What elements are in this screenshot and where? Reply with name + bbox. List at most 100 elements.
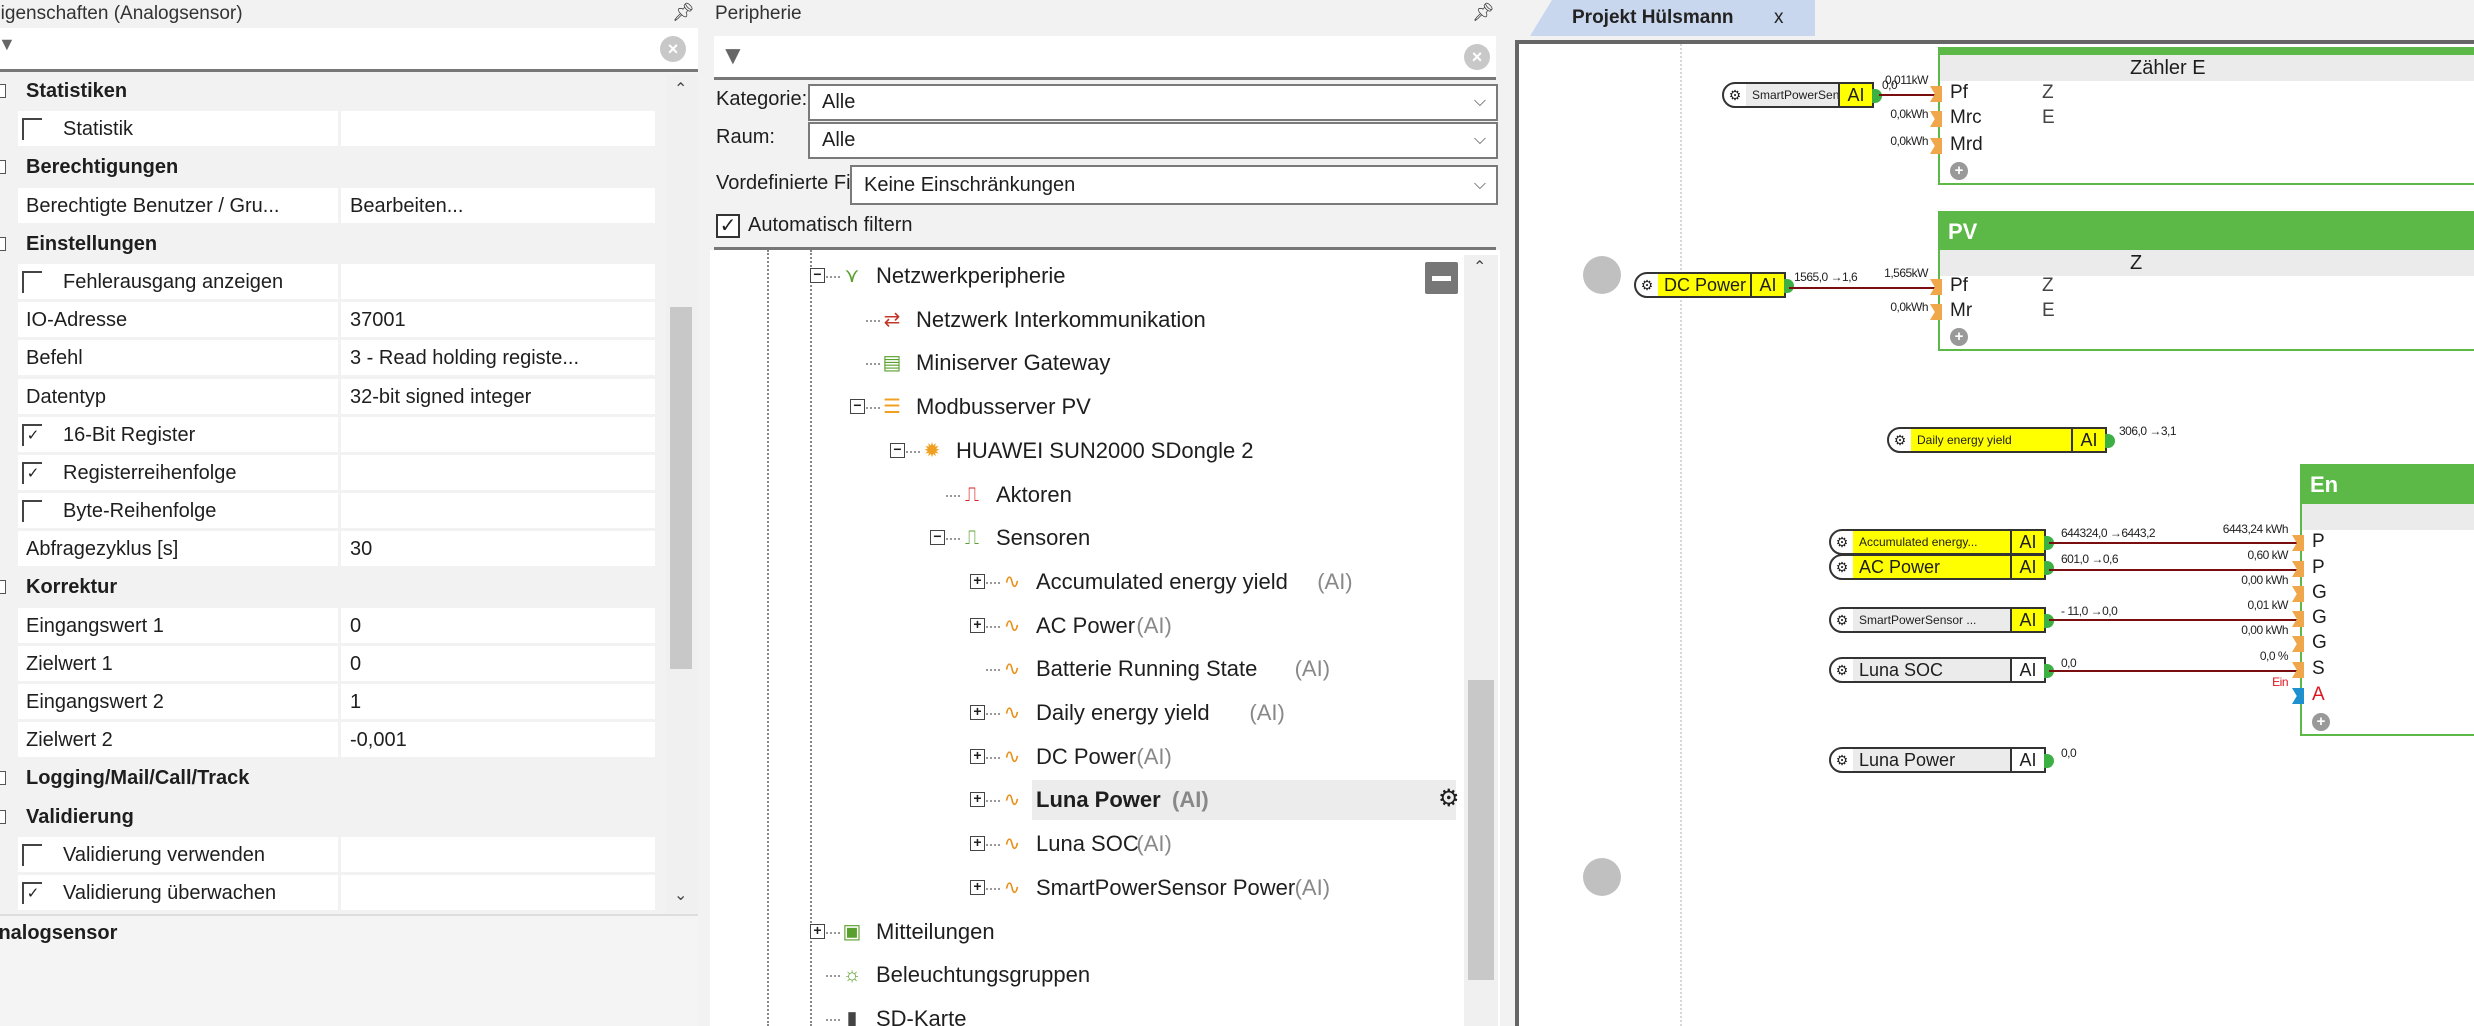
tree-item[interactable]: + ∿ Accumulated energy yield (AI) — [710, 562, 1450, 602]
tree-item[interactable]: + ∿ SmartPowerSensor Power (AI) — [710, 868, 1450, 908]
gear-icon[interactable]: ⚙ — [1831, 609, 1853, 631]
tree-item[interactable]: + ▣ Mitteilungen — [710, 912, 1450, 952]
property-row[interactable]: Berechtigte Benutzer / Gru... Bearbeiten.… — [0, 187, 660, 225]
gear-icon[interactable]: ⚙ — [1831, 556, 1853, 578]
property-value[interactable]: Bearbeiten... — [350, 187, 463, 225]
property-checkbox[interactable]: ✓ — [22, 881, 42, 904]
block-daily[interactable]: ⚙ Daily energy yield AI — [1887, 427, 2115, 453]
gear-icon[interactable]: ⚙ — [1831, 749, 1853, 771]
connection-wire[interactable] — [1879, 94, 1939, 96]
tree-item[interactable]: − ⋎ Netzwerkperipherie — [710, 256, 1450, 296]
add-input-icon[interactable]: + — [1950, 162, 1968, 180]
tree-item[interactable]: ∿ Batterie Running State (AI) — [710, 649, 1450, 689]
block-ac-power[interactable]: ⚙ AC Power AI — [1829, 554, 2054, 580]
property-row[interactable]: Statistik — [0, 110, 660, 148]
peripherie-search-input[interactable]: ▼ × — [714, 36, 1496, 80]
block-luna-power[interactable]: ⚙ Luna Power AI — [1829, 747, 2054, 773]
tree-item[interactable]: + ∿ Luna Power (AI) — [710, 780, 1450, 820]
gear-icon[interactable]: ⚙ — [1889, 429, 1911, 451]
scroll-up-icon[interactable]: ⌃ — [1473, 257, 1486, 277]
tree-item[interactable]: ▮ SD-Karte — [710, 999, 1450, 1026]
expand-icon[interactable]: + — [810, 923, 825, 939]
input-connector[interactable] — [2292, 586, 2304, 602]
connection-wire[interactable] — [2049, 670, 2299, 672]
gear-icon[interactable]: ⚙ — [1831, 659, 1853, 681]
expand-icon[interactable]: + — [970, 617, 985, 633]
input-connector[interactable] — [2292, 636, 2304, 652]
pin-icon[interactable]: 📌︎ — [1472, 2, 1495, 23]
tree-item[interactable]: ⎍ Aktoren — [710, 475, 1450, 515]
property-checkbox[interactable] — [22, 118, 42, 141]
auto-filter-checkbox[interactable]: ✓ — [716, 214, 740, 238]
gear-icon[interactable]: ⚙ — [1724, 84, 1746, 106]
tree-item[interactable]: + ∿ Luna SOC (AI) — [710, 824, 1450, 864]
tab-projekt[interactable]: Projekt Hülsmann x — [1530, 0, 1815, 36]
property-row[interactable]: Eingangswert 1 0 — [0, 607, 660, 645]
input-connector[interactable] — [1930, 111, 1942, 127]
property-value[interactable]: 0 — [350, 645, 361, 683]
property-checkbox[interactable] — [22, 270, 42, 293]
expand-icon[interactable]: + — [970, 748, 985, 764]
expand-icon[interactable]: + — [970, 879, 985, 895]
tree-item[interactable]: + ∿ DC Power (AI) — [710, 737, 1450, 777]
property-row[interactable]: Datentyp 32-bit signed integer — [0, 378, 660, 416]
collapse-icon[interactable]: − — [810, 267, 825, 283]
property-row[interactable]: Validierung verwenden — [0, 836, 660, 874]
connection-wire[interactable] — [2049, 542, 2299, 544]
logic-canvas[interactable]: ⚙SmartPowerSensor ...AI0,0⚙DC PowerAI156… — [1515, 40, 2474, 1026]
collapse-icon[interactable]: − — [850, 398, 865, 415]
property-value-cell[interactable] — [341, 416, 655, 452]
function-block-zaehler[interactable]: Zähler E — [1938, 47, 2474, 185]
property-category[interactable]: Logging/Mail/Call/Track — [0, 759, 660, 797]
property-row[interactable]: Eingangswert 2 1 — [0, 683, 660, 721]
property-value[interactable]: 0 — [350, 607, 361, 645]
property-checkbox[interactable]: ✓ — [22, 423, 42, 446]
connection-wire[interactable] — [2049, 569, 2299, 571]
property-value-cell[interactable] — [341, 607, 655, 643]
property-value-cell[interactable] — [341, 836, 655, 872]
property-category[interactable]: Validierung — [0, 798, 660, 836]
tree-item[interactable]: ▤ Miniserver Gateway — [710, 343, 1450, 383]
output-connector[interactable] — [2044, 561, 2054, 575]
collapse-icon[interactable] — [0, 580, 6, 595]
tree-item[interactable]: + ∿ AC Power (AI) — [710, 606, 1450, 646]
property-value[interactable]: 1 — [350, 683, 361, 721]
property-category[interactable]: Berechtigungen — [0, 148, 660, 186]
property-row[interactable]: Abfragezyklus [s] 30 — [0, 530, 660, 568]
property-value[interactable]: 37001 — [350, 301, 406, 339]
tree-item[interactable]: − ☰ Modbusserver PV — [710, 387, 1450, 427]
expand-icon[interactable]: + — [970, 704, 985, 720]
tree-scrollbar[interactable]: ⌃ — [1464, 255, 1498, 1026]
add-input-icon[interactable]: + — [2312, 713, 2330, 731]
property-row[interactable]: Zielwert 2 -0,001 — [0, 721, 660, 759]
property-value-cell[interactable] — [341, 531, 655, 567]
property-value-cell[interactable] — [341, 454, 655, 490]
output-connector[interactable] — [1872, 89, 1882, 103]
property-row[interactable]: ✓ Registerreihenfolge — [0, 454, 660, 492]
collapse-icon[interactable] — [0, 809, 6, 824]
block-sps-top[interactable]: ⚙SmartPowerSensor ...AI — [1722, 82, 1882, 108]
input-connector[interactable] — [1930, 304, 1942, 320]
property-row[interactable]: Byte-Reihenfolge — [0, 492, 660, 530]
scroll-thumb[interactable] — [670, 307, 692, 669]
collapse-icon[interactable]: − — [890, 442, 905, 458]
scroll-thumb[interactable] — [1468, 680, 1494, 980]
function-block-pv[interactable]: PV Z — [1938, 211, 2474, 351]
gear-icon[interactable]: ⚙ — [1636, 274, 1658, 296]
block-dc-power[interactable]: ⚙ DC Power AI — [1634, 272, 1794, 298]
block-luna-soc[interactable]: ⚙ Luna SOC AI — [1829, 657, 2054, 683]
scroll-down-icon[interactable]: ⌄ — [674, 885, 687, 905]
connection-wire[interactable] — [1789, 287, 1939, 289]
property-value[interactable]: 3 - Read holding registe... — [350, 339, 579, 377]
close-icon[interactable]: x — [1774, 0, 1784, 36]
property-checkbox[interactable] — [22, 843, 42, 866]
kategorie-select[interactable]: Alle ⌵ — [808, 84, 1498, 121]
property-row[interactable]: Fehlerausgang anzeigen — [0, 263, 660, 301]
property-checkbox[interactable]: ✓ — [22, 461, 42, 484]
scroll-up-icon[interactable]: ⌃ — [674, 79, 687, 99]
raum-select[interactable]: Alle ⌵ — [808, 122, 1498, 159]
output-connector[interactable] — [2105, 434, 2115, 448]
expand-icon[interactable]: + — [970, 791, 985, 808]
property-value-cell[interactable] — [341, 493, 655, 529]
expand-icon[interactable]: + — [970, 835, 985, 852]
